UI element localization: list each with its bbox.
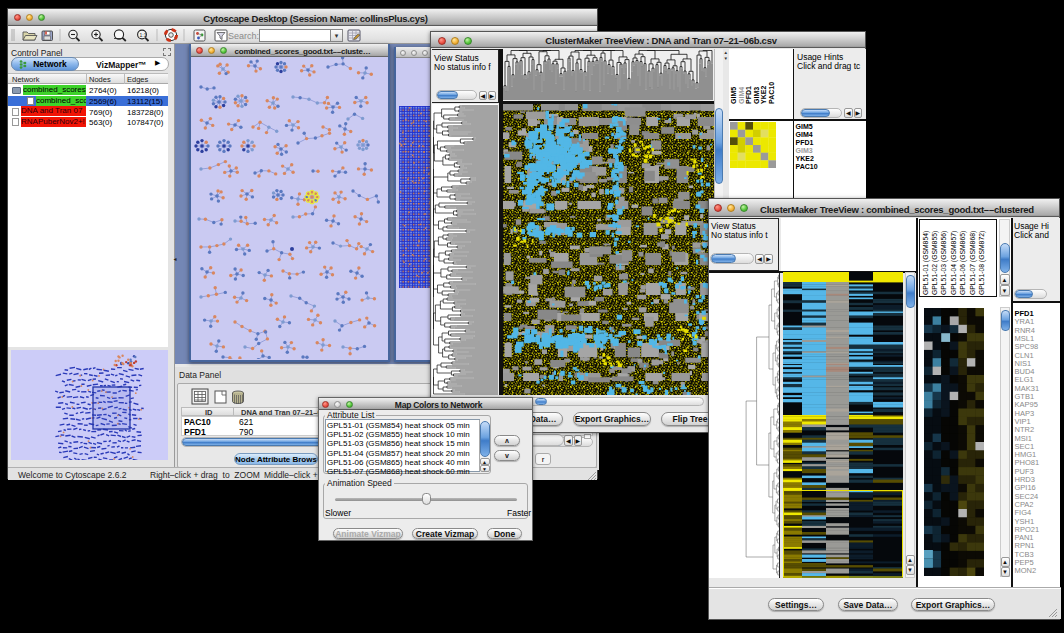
- svg-text:1:1: 1:1: [140, 32, 147, 38]
